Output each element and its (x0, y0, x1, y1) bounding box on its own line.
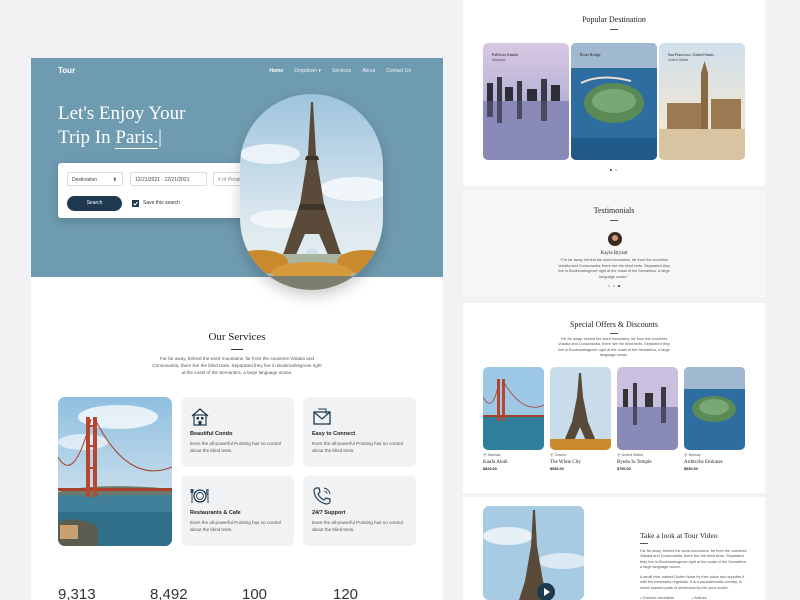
offer-card-image[interactable] (483, 367, 544, 450)
offer-location: ⦿ Marinas (483, 453, 501, 457)
stat-number: 100 (242, 586, 268, 600)
service-card-restaurants: Restaurants & Cafe Even the all-powerful… (181, 476, 294, 546)
feature-item: • Outdoor recreation (640, 596, 675, 600)
service-card-connect: Easy to Connect Even the all-powerful Po… (303, 397, 416, 467)
offer-price: $790.00 (617, 467, 631, 471)
offer-location: ⦿ Norway (684, 453, 701, 457)
nav-contact[interactable]: Contact Us (386, 68, 411, 74)
title-divider (640, 543, 648, 544)
services-title: Our Services (208, 331, 266, 343)
video-title: Take a look at Tour Video (640, 531, 718, 540)
carousel-dot[interactable] (610, 169, 612, 171)
eiffel-tower-image (240, 94, 383, 290)
offer-name[interactable]: The White City (550, 460, 581, 465)
stat-number: 8,492 (150, 586, 188, 600)
stat-number: 120 (333, 586, 359, 600)
title-divider (610, 220, 618, 221)
video-description-2: A small river named Duden flows by their… (640, 575, 745, 590)
stat-number: 9,313 (58, 586, 96, 600)
pin-icon: ⦿ (684, 453, 688, 457)
carousel-dot[interactable] (615, 169, 617, 171)
landing-page-preview: Tour Home Dropdown ▾ Services About Cont… (31, 58, 443, 600)
video-description: Far far away, behind the word mountains,… (640, 549, 747, 570)
service-card-condo: Beautiful Condo Even the all-powerful Po… (181, 397, 294, 467)
save-search-checkbox[interactable] (132, 200, 139, 207)
popular-destination-section: Popular Destination Pulletsia Islands Ma… (463, 0, 765, 186)
offer-card-image[interactable] (684, 367, 745, 450)
title-divider (610, 29, 618, 30)
destination-card[interactable]: San Francisco, United States United Stat… (659, 43, 745, 160)
search-form: Destination ⬍ 12/21/2021 - 12/21/2021 # … (58, 163, 263, 218)
chevron-down-icon: ▾ (318, 68, 321, 74)
date-range-field[interactable]: 12/21/2021 - 12/21/2021 (130, 172, 207, 186)
carousel-dot[interactable] (618, 285, 620, 287)
testimonial-quote: “Far far away, behind the word mountains… (558, 258, 670, 279)
destination-select[interactable]: Destination ⬍ (67, 172, 123, 186)
hero-title: Let's Enjoy Your Trip In Paris.| (58, 103, 186, 149)
service-card-support: 24/7 Support Even the all-powerful Point… (303, 476, 416, 546)
video-thumbnail[interactable] (483, 506, 584, 600)
offers-title: Special Offers & Discounts (569, 320, 659, 329)
hero-title-highlight: Paris. (115, 127, 159, 149)
pin-icon: ⦿ (617, 453, 621, 457)
offer-name[interactable]: Byedu In Temple (617, 460, 652, 465)
pin-icon: ⦿ (483, 453, 487, 457)
offer-price: $530.00 (684, 467, 698, 471)
offer-price: $530.00 (550, 467, 564, 471)
phone-icon (313, 487, 331, 505)
popular-title: Popular Destination (582, 15, 646, 24)
destination-card[interactable]: Pulletsia Islands Malaysia (483, 43, 569, 160)
carousel-dot[interactable] (613, 285, 615, 287)
offer-card-image[interactable] (550, 367, 611, 450)
logo[interactable]: Tour (58, 66, 75, 75)
offers-description: Far far away, behind the word mountains,… (558, 337, 670, 358)
offer-location: ⦿ Towers (550, 453, 566, 457)
avatar (608, 232, 622, 246)
save-search-label: Save this search (143, 200, 180, 206)
nav-about[interactable]: About (362, 68, 375, 74)
offer-name[interactable]: Kaufa Alodi (483, 460, 508, 465)
feature-item: • Airlines (692, 596, 707, 600)
golden-gate-image (58, 397, 172, 546)
offer-price: $529.00 (483, 467, 497, 471)
envelope-icon (313, 408, 331, 425)
offer-name[interactable]: Arditzche Emirates (684, 460, 723, 465)
carousel-dot[interactable] (608, 285, 610, 287)
nav-home[interactable]: Home (269, 68, 283, 74)
offer-card-image[interactable] (617, 367, 678, 450)
services-description: Far far away, behind the word mountains,… (152, 356, 322, 375)
building-icon (191, 408, 209, 426)
destination-card[interactable]: Rodo Bridge (571, 43, 657, 160)
nav-dropdown[interactable]: Dropdown ▾ (294, 68, 321, 74)
testimonials-title: Testimonials (593, 206, 635, 215)
dining-icon (190, 488, 209, 503)
testimonial-author: Kayla Bryant (600, 251, 628, 256)
play-button[interactable] (537, 583, 555, 600)
select-arrow-icon: ⬍ (112, 177, 117, 183)
title-divider (610, 333, 618, 334)
search-button[interactable]: Search (67, 196, 122, 211)
offer-location: ⦿ United States (617, 453, 644, 457)
title-divider (231, 349, 243, 350)
testimonials-section: Testimonials (463, 190, 765, 297)
main-nav: Home Dropdown ▾ Services About Contact U… (269, 68, 411, 74)
pin-icon: ⦿ (550, 453, 554, 457)
nav-services[interactable]: Services (332, 68, 351, 74)
